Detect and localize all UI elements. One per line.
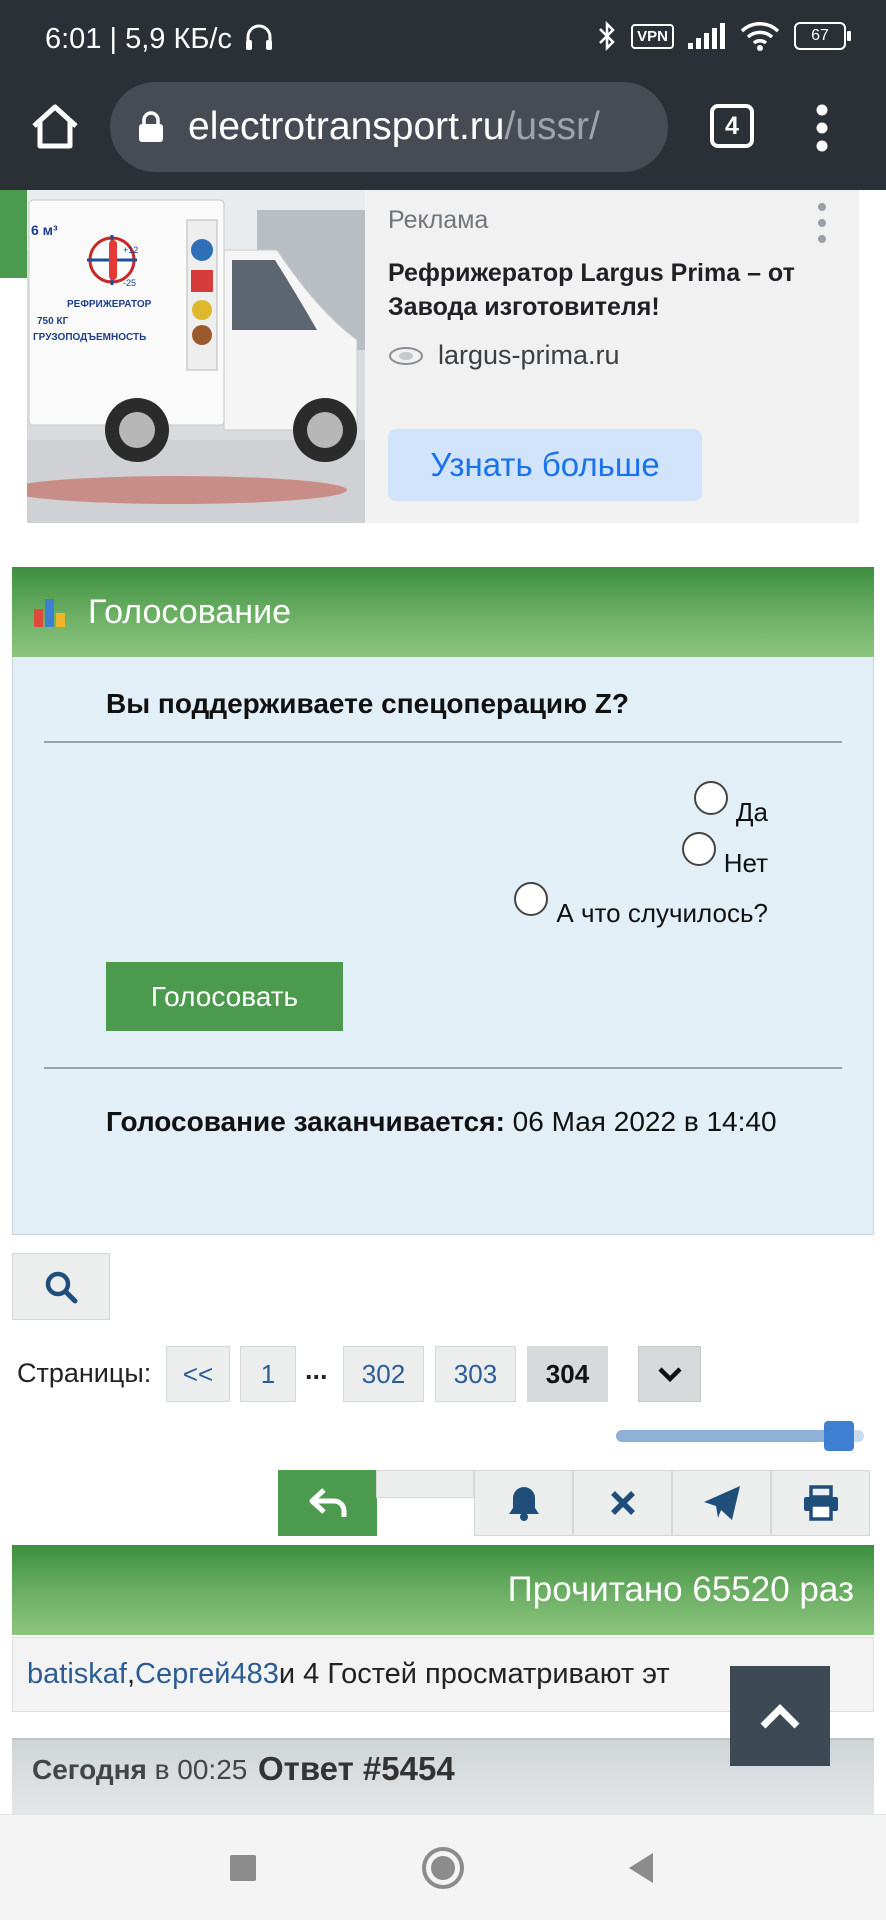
wifi-icon bbox=[740, 22, 780, 51]
ad-image-kind: РЕФРИЖЕРАТОР bbox=[67, 299, 152, 310]
pagination-ellipsis: ... bbox=[305, 1355, 328, 1385]
post-number[interactable]: Ответ #5454 bbox=[258, 1750, 455, 1788]
poll-chart-icon bbox=[34, 599, 65, 627]
ad-image-temp-high: +12 bbox=[123, 245, 138, 255]
globe-icon bbox=[389, 346, 423, 365]
poll-option-what-happened[interactable]: А что случилось? bbox=[514, 882, 768, 930]
close-icon bbox=[610, 1491, 635, 1515]
menu-icon[interactable] bbox=[810, 104, 834, 152]
read-count-bar: Прочитано 65520 раз bbox=[12, 1545, 874, 1635]
refrigerator-van-image: 6 м³ +12 -25 РЕФРИЖЕРАТОР 750 КГ ГРУЗОПО… bbox=[27, 190, 365, 523]
battery-icon: 67 bbox=[794, 22, 851, 50]
viewers-separator: , bbox=[126, 1658, 136, 1690]
send-button[interactable] bbox=[672, 1470, 771, 1536]
ad-image-volume: 6 м³ bbox=[31, 222, 58, 238]
search-button[interactable] bbox=[12, 1253, 110, 1320]
send-icon bbox=[703, 1486, 740, 1520]
poll-divider bbox=[44, 1067, 842, 1069]
chevron-down-icon bbox=[657, 1367, 682, 1383]
ad-domain-text: largus-prima.ru bbox=[438, 340, 620, 370]
viewer-link-sergey483[interactable]: Сергей483 bbox=[135, 1658, 279, 1691]
back-triangle-icon bbox=[629, 1853, 653, 1883]
ad-options-icon[interactable] bbox=[815, 202, 829, 244]
post-date-day: Сегодня bbox=[32, 1754, 147, 1785]
recents-button[interactable] bbox=[215, 1840, 271, 1896]
poll-end-date: Голосование заканчивается: 06 Мая 2022 в… bbox=[106, 1100, 786, 1143]
poll-option-label: Нет bbox=[723, 847, 768, 878]
home-icon[interactable] bbox=[28, 100, 82, 154]
poll-end-value: 06 Мая 2022 в 14:40 bbox=[512, 1106, 777, 1137]
ad-domain[interactable]: largus-prima.ru bbox=[388, 340, 620, 371]
vpn-icon: VPN bbox=[631, 23, 674, 49]
page-303-button[interactable]: 303 bbox=[435, 1346, 516, 1402]
radio-button[interactable] bbox=[514, 882, 549, 916]
url-bar[interactable]: electrotransport.ru/ussr/ bbox=[110, 82, 668, 172]
home-nav-button[interactable] bbox=[415, 1840, 471, 1896]
post-date-time: в 00:25 bbox=[146, 1754, 248, 1785]
page-slider-fill bbox=[616, 1430, 840, 1442]
poll-option-label: Да bbox=[735, 796, 768, 827]
radio-button[interactable] bbox=[693, 781, 728, 815]
page-edge-strip bbox=[0, 190, 27, 278]
post-date: Сегодня в 00:25 bbox=[32, 1754, 247, 1786]
page-302-button[interactable]: 302 bbox=[343, 1346, 424, 1402]
ad-image-load: 750 КГ bbox=[37, 316, 69, 327]
read-count: Прочитано 65520 раз bbox=[507, 1570, 854, 1609]
ad-title[interactable]: Рефрижератор Largus Prima – от Завода из… bbox=[388, 256, 808, 324]
pagination-dropdown[interactable] bbox=[638, 1346, 701, 1402]
page-slider-thumb[interactable] bbox=[824, 1421, 855, 1451]
remove-button[interactable] bbox=[573, 1470, 672, 1536]
page-first-button[interactable]: << bbox=[166, 1346, 230, 1402]
poll-option-yes[interactable]: Да bbox=[693, 781, 768, 829]
viewers-rest: и 4 Гостей просматривают эт bbox=[278, 1658, 670, 1690]
signal-icon bbox=[688, 23, 725, 49]
vote-button[interactable]: Голосовать bbox=[106, 962, 343, 1031]
status-icons: VPN 67 bbox=[597, 20, 851, 52]
ad-image-temp-low: -25 bbox=[123, 278, 136, 288]
ad-label: Реклама bbox=[388, 206, 489, 234]
print-button[interactable] bbox=[771, 1470, 870, 1536]
bluetooth-icon bbox=[599, 20, 615, 52]
poll-header-title: Голосование bbox=[88, 592, 291, 631]
bell-icon bbox=[508, 1487, 539, 1521]
headphones-icon bbox=[246, 24, 273, 50]
viewer-link-batiskaf[interactable]: batiskaf bbox=[27, 1658, 127, 1691]
circle-icon bbox=[422, 1847, 464, 1889]
reply-icon bbox=[309, 1488, 346, 1517]
page-1-button[interactable]: 1 bbox=[240, 1346, 296, 1402]
pagination-label: Страницы: bbox=[17, 1358, 152, 1388]
ad-image[interactable]: 6 м³ +12 -25 РЕФРИЖЕРАТОР 750 КГ ГРУЗОПО… bbox=[27, 190, 365, 523]
poll-header: Голосование bbox=[12, 567, 874, 657]
radio-button[interactable] bbox=[681, 832, 716, 866]
back-button[interactable] bbox=[613, 1840, 669, 1896]
search-icon bbox=[45, 1271, 78, 1303]
poll-question: Вы поддерживаете спецоперацию Z? bbox=[106, 688, 630, 719]
print-icon bbox=[803, 1485, 838, 1521]
poll-divider bbox=[44, 741, 842, 743]
lock-icon bbox=[139, 111, 163, 142]
page-304-current: 304 bbox=[527, 1346, 608, 1402]
chevron-up-icon bbox=[760, 1704, 800, 1729]
scroll-to-top-button[interactable] bbox=[730, 1666, 830, 1766]
tabs-button[interactable]: 4 bbox=[710, 104, 754, 148]
reply-button[interactable] bbox=[278, 1470, 377, 1536]
ad-image-load-label: ГРУЗОПОДЪЕМНОСТЬ bbox=[33, 332, 146, 343]
poll-end-label: Голосование заканчивается: bbox=[106, 1106, 505, 1137]
square-icon bbox=[230, 1855, 256, 1881]
poll-option-label: А что случилось? bbox=[556, 897, 768, 928]
url-text: electrotransport.ru/ussr/ bbox=[188, 105, 600, 148]
action-spacer bbox=[376, 1470, 474, 1498]
status-time: 6:01 | 5,9 КБ/с bbox=[45, 22, 274, 56]
notify-button[interactable] bbox=[474, 1470, 573, 1536]
ad-learn-more-button[interactable]: Узнать больше bbox=[388, 429, 702, 501]
poll-option-no[interactable]: Нет bbox=[681, 832, 768, 880]
